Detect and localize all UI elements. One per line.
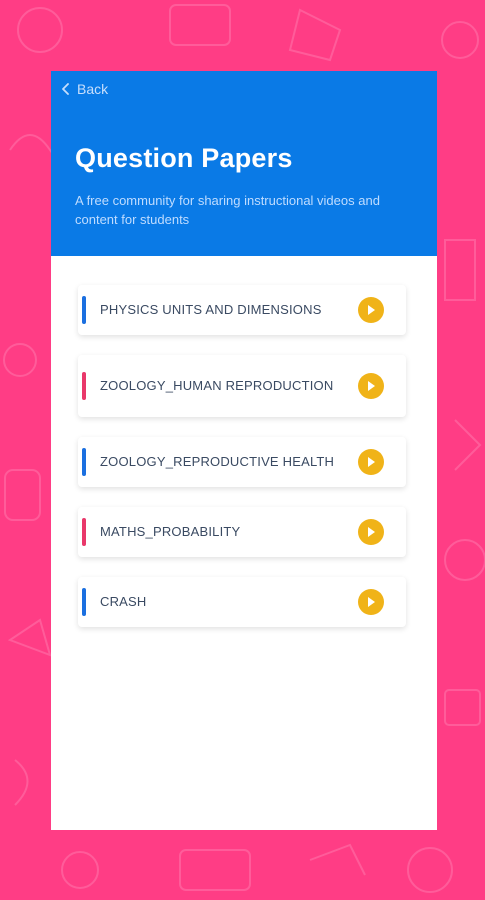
list-item[interactable]: PHYSICS UNITS AND DIMENSIONS [78,285,406,335]
paper-title: CRASH [100,594,147,609]
page-subtitle: A free community for sharing instruction… [75,193,380,227]
play-icon [368,527,375,537]
accent-bar [82,448,86,476]
paper-title: ZOOLOGY_HUMAN REPRODUCTION [100,378,334,393]
back-label: Back [77,81,109,97]
play-button[interactable] [358,373,384,399]
play-icon [368,305,375,315]
accent-bar [82,372,86,400]
play-button[interactable] [358,449,384,475]
play-icon [368,597,375,607]
chevron-left-icon [62,83,69,95]
list-item[interactable]: MATHS_PROBABILITY [78,507,406,557]
list-item[interactable]: ZOOLOGY_HUMAN REPRODUCTION [78,355,406,417]
question-papers-card: Back Question Papers A free community fo… [51,71,437,830]
page-title: Question Papers [75,143,293,173]
papers-list: PHYSICS UNITS AND DIMENSIONS ZOOLOGY_HUM… [78,285,406,647]
play-icon [368,381,375,391]
paper-title: ZOOLOGY_REPRODUCTIVE HEALTH [100,454,335,469]
list-item[interactable]: ZOOLOGY_REPRODUCTIVE HEALTH [78,437,406,487]
accent-bar [82,296,86,324]
accent-bar [82,518,86,546]
play-icon [368,457,375,467]
play-button[interactable] [358,519,384,545]
paper-title: MATHS_PROBABILITY [100,524,241,539]
list-item[interactable]: CRASH [78,577,406,627]
paper-title: PHYSICS UNITS AND DIMENSIONS [100,302,322,317]
header: Back Question Papers A free community fo… [51,71,437,256]
play-button[interactable] [358,297,384,323]
accent-bar [82,588,86,616]
back-button[interactable]: Back [61,81,108,97]
play-button[interactable] [358,589,384,615]
